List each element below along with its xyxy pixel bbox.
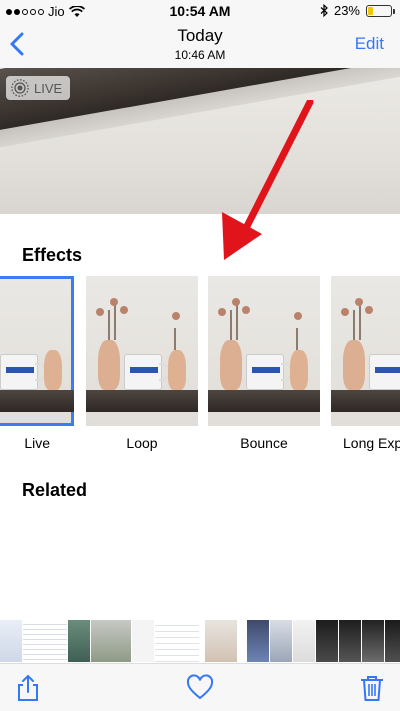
effects-carousel[interactable]: Live Loop Bounce Long Exp xyxy=(0,276,400,456)
page-subtitle-time: 10:46 AM xyxy=(174,48,226,62)
filmstrip-thumbnail[interactable] xyxy=(247,620,269,662)
filmstrip-thumbnail[interactable] xyxy=(132,620,154,662)
effect-thumbnail xyxy=(331,276,400,426)
filmstrip-thumbnail[interactable] xyxy=(316,620,338,662)
filmstrip-thumbnail[interactable] xyxy=(0,620,22,662)
effect-bounce[interactable]: Bounce xyxy=(208,276,320,451)
filmstrip-thumbnail[interactable] xyxy=(362,620,384,662)
live-photo[interactable]: LIVE xyxy=(0,68,400,214)
bottom-toolbar xyxy=(0,663,400,711)
effect-label: Loop xyxy=(126,435,158,451)
related-heading: Related xyxy=(22,480,88,500)
status-bar: Jio 10:54 AM 23% xyxy=(0,0,400,22)
filmstrip-thumbnail[interactable] xyxy=(23,620,67,662)
bluetooth-icon xyxy=(320,4,328,17)
effect-live[interactable]: Live xyxy=(0,276,74,451)
live-badge: LIVE xyxy=(6,76,71,100)
trash-icon[interactable] xyxy=(358,674,386,702)
effect-thumbnail xyxy=(86,276,198,426)
battery-fill xyxy=(368,6,374,15)
filmstrip-thumbnail[interactable] xyxy=(91,620,131,662)
page-title: Today xyxy=(177,26,223,45)
effect-long-exposure[interactable]: Long Expo xyxy=(331,276,400,451)
filmstrip-thumbnail[interactable] xyxy=(68,620,90,662)
filmstrip-thumbnail[interactable] xyxy=(270,620,292,662)
filmstrip-gap xyxy=(200,620,204,662)
live-photo-icon xyxy=(11,79,29,97)
filmstrip-thumbnail[interactable] xyxy=(293,620,315,662)
live-badge-label: LIVE xyxy=(34,80,63,96)
effects-heading: Effects xyxy=(22,245,83,265)
filmstrip-thumbnail-current[interactable] xyxy=(205,620,237,662)
battery-icon xyxy=(366,4,395,17)
filmstrip-gap xyxy=(238,620,246,662)
annotation-arrow xyxy=(222,100,314,260)
filmstrip-thumbnail[interactable] xyxy=(385,620,400,662)
battery-percent: 23% xyxy=(333,3,360,18)
effect-label: Long Expo xyxy=(343,435,400,451)
effect-thumbnail xyxy=(208,276,320,426)
effect-thumbnail xyxy=(0,276,74,426)
effect-loop[interactable]: Loop xyxy=(86,276,198,451)
filmstrip-thumbnail[interactable] xyxy=(339,620,361,662)
effect-label: Bounce xyxy=(240,435,288,451)
navigation-bar: Today 10:46 AM Edit xyxy=(0,22,400,68)
share-icon[interactable] xyxy=(14,674,42,702)
edit-button[interactable]: Edit xyxy=(355,34,384,54)
photo-filmstrip[interactable] xyxy=(0,620,400,662)
filmstrip-thumbnail[interactable] xyxy=(155,620,199,662)
effect-label: Live xyxy=(24,435,50,451)
favorite-heart-icon[interactable] xyxy=(186,674,214,702)
